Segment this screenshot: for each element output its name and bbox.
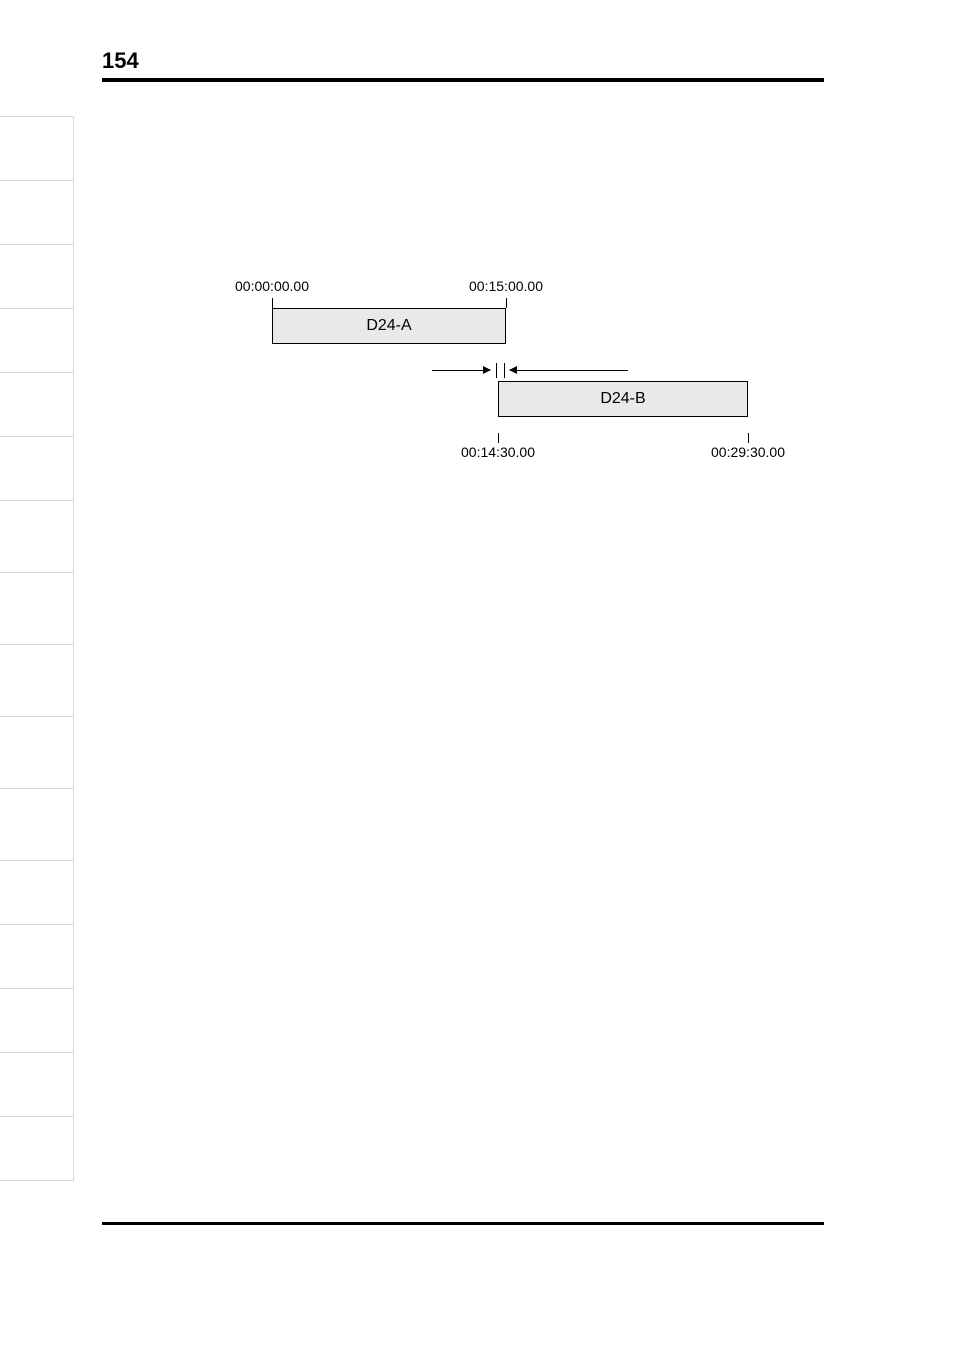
side-tab xyxy=(0,573,73,645)
timecode-diagram: 00:00:00.00 00:15:00.00 D24-A D24-B 00:1… xyxy=(226,278,802,466)
tick-mark xyxy=(506,298,507,308)
gap-marker xyxy=(496,363,497,378)
clip-label: D24-B xyxy=(600,390,645,408)
clip-label: D24-A xyxy=(366,317,411,335)
footer-rule xyxy=(102,1222,824,1225)
side-tab xyxy=(0,373,73,437)
tick-mark xyxy=(498,433,499,443)
side-tab xyxy=(0,309,73,373)
side-tab xyxy=(0,717,73,789)
clip-box-b: D24-B xyxy=(498,381,748,417)
tick-mark xyxy=(272,298,273,308)
page-number: 154 xyxy=(102,48,139,74)
header-rule xyxy=(102,78,824,82)
gap-marker xyxy=(504,363,505,378)
timecode-label: 00:14:30.00 xyxy=(461,444,535,460)
guide-line xyxy=(568,370,628,371)
arrow-left-icon xyxy=(510,370,568,371)
tick-mark xyxy=(748,433,749,443)
side-tab xyxy=(0,789,73,861)
side-tab xyxy=(0,1053,73,1117)
clip-box-a: D24-A xyxy=(272,308,506,344)
side-tab xyxy=(0,245,73,309)
side-tab xyxy=(0,117,73,181)
side-tab xyxy=(0,645,73,717)
side-tab xyxy=(0,989,73,1053)
side-tabs xyxy=(0,116,74,1181)
arrow-right-icon xyxy=(432,370,490,371)
side-tab xyxy=(0,861,73,925)
side-tab xyxy=(0,501,73,573)
timecode-label: 00:29:30.00 xyxy=(711,444,785,460)
timecode-label: 00:00:00.00 xyxy=(235,278,309,294)
side-tab xyxy=(0,181,73,245)
timecode-label: 00:15:00.00 xyxy=(469,278,543,294)
side-tab xyxy=(0,1117,73,1181)
side-tab xyxy=(0,437,73,501)
side-tab xyxy=(0,925,73,989)
